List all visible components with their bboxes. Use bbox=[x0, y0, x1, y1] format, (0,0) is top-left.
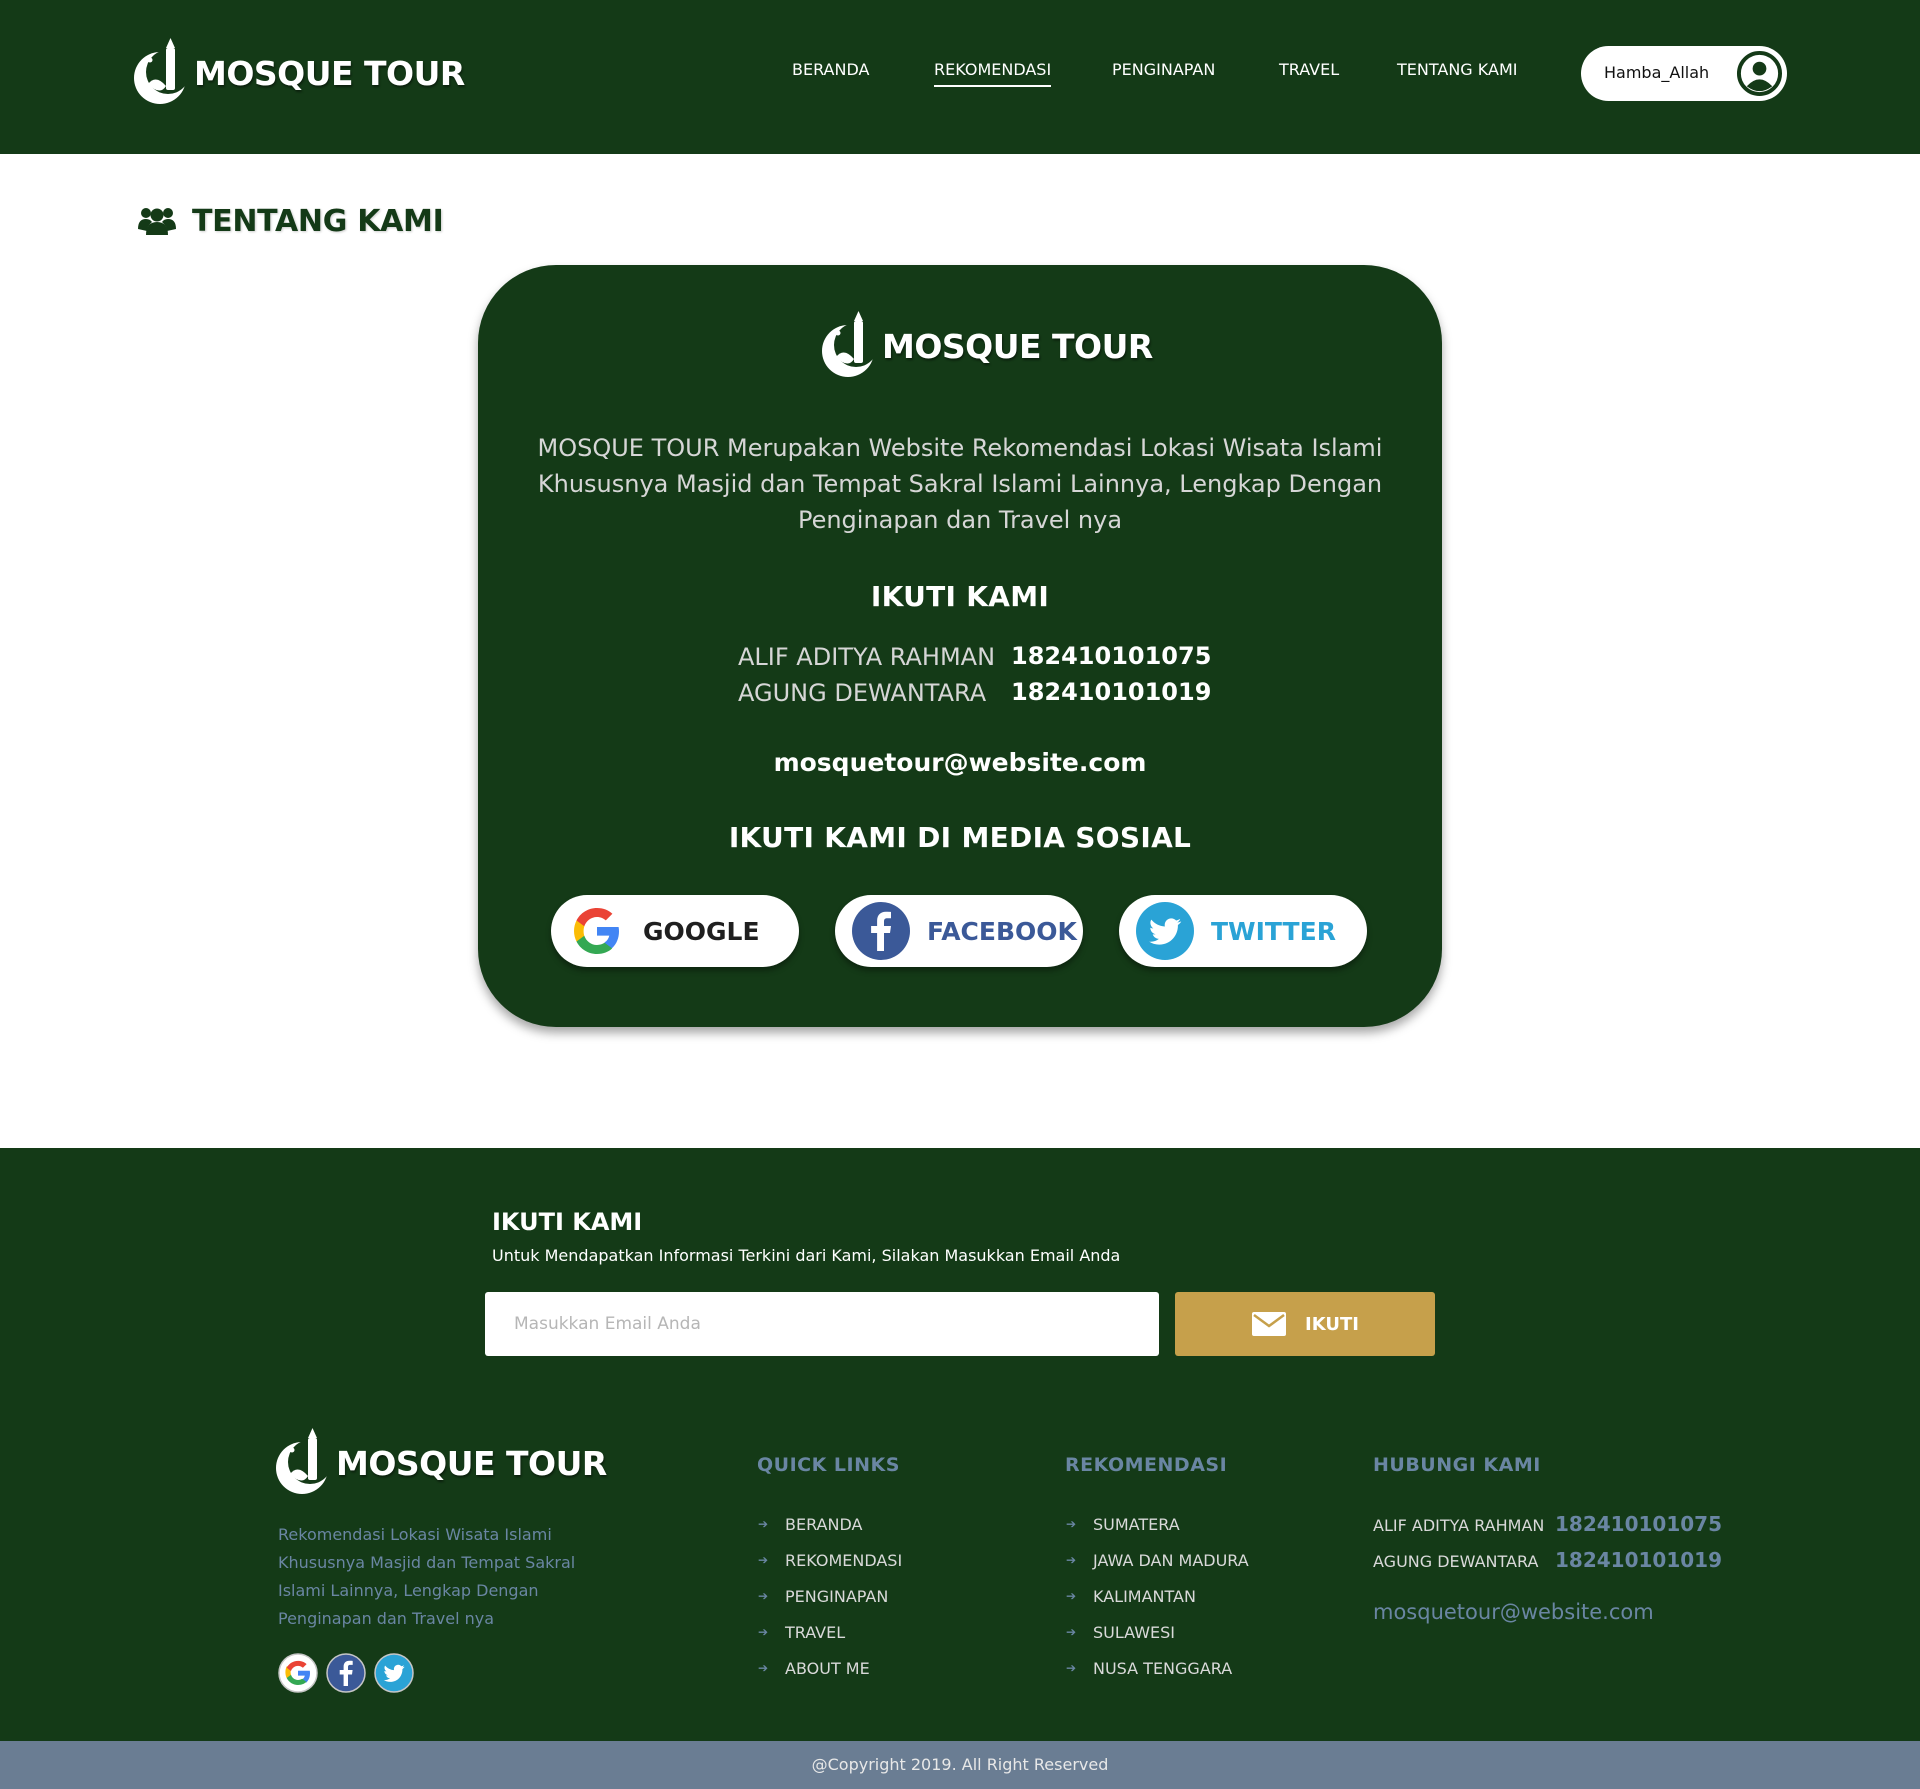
nav-beranda[interactable]: BERANDA bbox=[792, 60, 869, 85]
arrow-right-icon: ➔ bbox=[1066, 1661, 1077, 1675]
footer-logo-text: MOSQUE TOUR bbox=[336, 1443, 607, 1483]
contact-name: AGUNG DEWANTARA bbox=[738, 679, 987, 707]
copyright-text: @Copyright 2019. All Right Reserved bbox=[811, 1755, 1109, 1774]
about-email[interactable]: mosquetour@website.com bbox=[478, 748, 1442, 777]
arrow-right-icon: ➔ bbox=[758, 1589, 769, 1603]
arrow-right-icon: ➔ bbox=[1066, 1553, 1077, 1567]
footer-link-jawa-dan-madura[interactable]: ➔ JAWA DAN MADURA bbox=[1066, 1551, 1249, 1570]
social-title: IKUTI KAMI DI MEDIA SOSIAL bbox=[728, 821, 1192, 854]
facebook-label: FACEBOOK bbox=[927, 917, 1077, 946]
footer-contact-name: AGUNG DEWANTARA bbox=[1373, 1552, 1539, 1571]
about-card: MOSQUE TOUR MOSQUE TOUR Merupakan Websit… bbox=[478, 265, 1442, 1027]
footer-link-label: SUMATERA bbox=[1093, 1515, 1180, 1534]
subscribe-email-input[interactable] bbox=[485, 1292, 1159, 1356]
arrow-right-icon: ➔ bbox=[758, 1553, 769, 1567]
hubungi-kami-title: HUBUNGI KAMI bbox=[1373, 1454, 1541, 1476]
arrow-right-icon: ➔ bbox=[758, 1517, 769, 1531]
footer-link-label: SULAWESI bbox=[1093, 1623, 1176, 1642]
footer-link-rekomendasi[interactable]: ➔ REKOMENDASI bbox=[758, 1551, 903, 1570]
footer-link-kalimantan[interactable]: ➔ KALIMANTAN bbox=[1066, 1587, 1196, 1606]
footer-contact-number: 182410101019 bbox=[1555, 1548, 1722, 1572]
footer-link-label: PENGINAPAN bbox=[785, 1587, 889, 1606]
users-group-icon bbox=[138, 205, 176, 239]
page-title: TENTANG KAMI bbox=[138, 204, 444, 239]
arrow-right-icon: ➔ bbox=[1066, 1589, 1077, 1603]
rekomendasi-title: REKOMENDASI bbox=[1065, 1454, 1228, 1476]
nav-travel[interactable]: TRAVEL bbox=[1279, 60, 1339, 85]
footer-logo[interactable]: MOSQUE TOUR bbox=[272, 1428, 607, 1498]
footer-link-about-me[interactable]: ➔ ABOUT ME bbox=[758, 1659, 870, 1678]
top-navbar: MOSQUE TOUR BERANDA REKOMENDASI PENGINAP… bbox=[0, 0, 1920, 154]
footer-link-travel[interactable]: ➔ TRAVEL bbox=[758, 1623, 846, 1642]
card-logo: MOSQUE TOUR bbox=[818, 311, 1153, 381]
facebook-button[interactable]: FACEBOOK bbox=[835, 895, 1083, 967]
footer-email[interactable]: mosquetour@website.com bbox=[1373, 1600, 1654, 1624]
arrow-right-icon: ➔ bbox=[1066, 1517, 1077, 1531]
google-small-icon[interactable] bbox=[278, 1653, 318, 1697]
google-icon bbox=[567, 901, 627, 965]
facebook-small-icon[interactable] bbox=[326, 1653, 366, 1697]
twitter-label: TWITTER bbox=[1211, 917, 1336, 946]
google-label: GOOGLE bbox=[643, 917, 760, 946]
footer-link-nusa-tenggara[interactable]: ➔ NUSA TENGGARA bbox=[1066, 1659, 1233, 1678]
subscribe-title: IKUTI KAMI bbox=[492, 1208, 643, 1236]
follow-title: IKUTI KAMI bbox=[870, 580, 1050, 613]
contact-name: ALIF ADITYA RAHMAN bbox=[738, 643, 996, 671]
twitter-small-icon[interactable] bbox=[374, 1653, 414, 1697]
arrow-right-icon: ➔ bbox=[1066, 1625, 1077, 1639]
footer-link-label: TRAVEL bbox=[785, 1623, 846, 1642]
subscribe-button[interactable]: IKUTI bbox=[1175, 1292, 1435, 1356]
contact-number: 182410101075 bbox=[1011, 642, 1212, 670]
footer-link-sumatera[interactable]: ➔ SUMATERA bbox=[1066, 1515, 1180, 1534]
footer-link-label: JAWA DAN MADURA bbox=[1093, 1551, 1249, 1570]
footer: IKUTI KAMI Untuk Mendapatkan Informasi T… bbox=[0, 1148, 1920, 1741]
twitter-button[interactable]: TWITTER bbox=[1119, 895, 1367, 967]
google-button[interactable]: GOOGLE bbox=[551, 895, 799, 967]
subscribe-button-label: IKUTI bbox=[1305, 1314, 1359, 1335]
arrow-right-icon: ➔ bbox=[758, 1661, 769, 1675]
footer-link-label: BERANDA bbox=[785, 1515, 863, 1534]
nav-rekomendasi[interactable]: REKOMENDASI bbox=[934, 60, 1052, 87]
user-menu-button[interactable]: Hamba_Allah bbox=[1581, 46, 1787, 101]
twitter-icon bbox=[1135, 901, 1195, 965]
footer-contact-name: ALIF ADITYA RAHMAN bbox=[1373, 1516, 1545, 1535]
subscribe-subtitle: Untuk Mendapatkan Informasi Terkini dari… bbox=[492, 1246, 1121, 1265]
nav-penginapan[interactable]: PENGINAPAN bbox=[1112, 60, 1215, 85]
username-label: Hamba_Allah bbox=[1604, 63, 1710, 82]
footer-link-sulawesi[interactable]: ➔ SULAWESI bbox=[1066, 1623, 1176, 1642]
mosque-logo-icon bbox=[818, 311, 878, 381]
footer-link-beranda[interactable]: ➔ BERANDA bbox=[758, 1515, 863, 1534]
contact-number: 182410101019 bbox=[1011, 678, 1212, 706]
card-logo-text: MOSQUE TOUR bbox=[882, 326, 1153, 366]
quick-links-title: QUICK LINKS bbox=[757, 1454, 900, 1476]
footer-link-label: KALIMANTAN bbox=[1093, 1587, 1196, 1606]
mosque-logo-icon bbox=[272, 1428, 332, 1498]
about-description: MOSQUE TOUR Merupakan Website Rekomendas… bbox=[537, 434, 1383, 534]
footer-contact-number: 182410101075 bbox=[1555, 1512, 1722, 1536]
copyright-bar: @Copyright 2019. All Right Reserved bbox=[0, 1741, 1920, 1789]
footer-link-penginapan[interactable]: ➔ PENGINAPAN bbox=[758, 1587, 889, 1606]
nav-tentang-kami[interactable]: TENTANG KAMI bbox=[1397, 60, 1517, 85]
footer-link-label: ABOUT ME bbox=[785, 1659, 870, 1678]
arrow-right-icon: ➔ bbox=[758, 1625, 769, 1639]
footer-description: Rekomendasi Lokasi Wisata Islami Khususn… bbox=[278, 1525, 576, 1628]
facebook-icon bbox=[851, 901, 911, 965]
user-avatar-icon bbox=[1736, 50, 1783, 101]
footer-link-label: NUSA TENGGARA bbox=[1093, 1659, 1233, 1678]
page-title-text: TENTANG KAMI bbox=[192, 204, 444, 239]
footer-link-label: REKOMENDASI bbox=[785, 1551, 903, 1570]
mail-icon bbox=[1252, 1312, 1286, 1340]
